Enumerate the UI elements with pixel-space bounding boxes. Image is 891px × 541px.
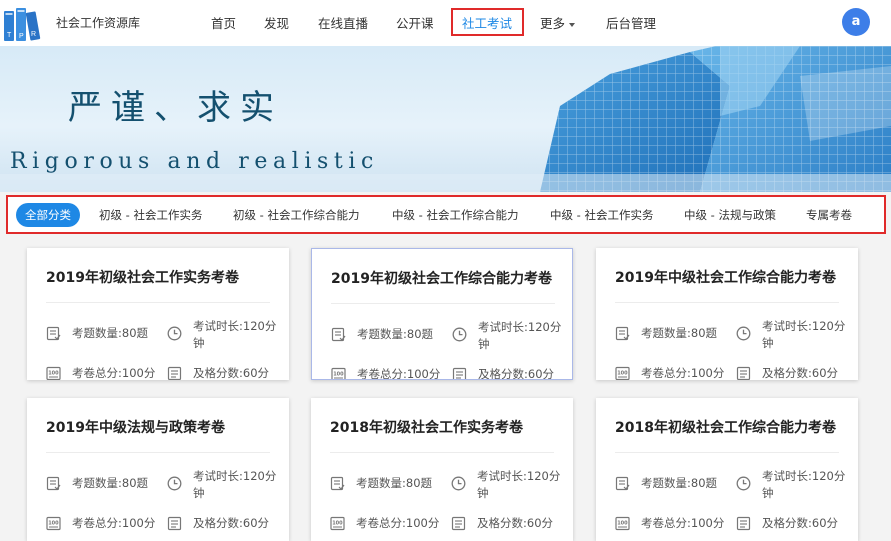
- caret-down-icon: [569, 22, 576, 27]
- pass-score-text: 及格分数:60分: [193, 366, 270, 380]
- category-junior-practice[interactable]: 初级 - 社会工作实务: [99, 207, 202, 223]
- exam-card-title[interactable]: 2018年初级社会工作综合能力考卷: [615, 417, 840, 437]
- exam-card[interactable]: 2019年中级社会工作综合能力考卷 考题数量:80题 考试时长:120分钟 考卷…: [596, 248, 858, 380]
- category-mid-regulation[interactable]: 中级 - 法规与政策: [684, 207, 776, 223]
- score-100-icon: [331, 367, 346, 379]
- pass-score-text: 及格分数:60分: [477, 516, 554, 530]
- user-avatar[interactable]: a: [842, 8, 870, 36]
- score-100-icon: [615, 366, 630, 380]
- nav-item-discover[interactable]: 发现: [264, 13, 289, 32]
- checklist-icon: [736, 366, 751, 380]
- logo-letter-t: T: [7, 32, 12, 39]
- exam-duration-text: 考试时长:120分钟: [193, 469, 277, 500]
- exam-duration-text: 考试时长:120分钟: [762, 469, 846, 500]
- exam-card-title[interactable]: 2019年中级法规与政策考卷: [46, 417, 271, 437]
- category-mid-practice[interactable]: 中级 - 社会工作实务: [550, 207, 653, 223]
- exam-card[interactable]: 2019年初级社会工作综合能力考卷 考题数量:80题 考试时长:120分钟 考卷…: [311, 248, 573, 380]
- exam-card-title[interactable]: 2019年初级社会工作实务考卷: [46, 267, 271, 287]
- category-exclusive[interactable]: 专属考卷: [806, 207, 852, 223]
- exam-card-title[interactable]: 2018年初级社会工作实务考卷: [330, 417, 555, 437]
- question-count-text: 考题数量:80题: [72, 326, 149, 340]
- question-list-icon: [46, 476, 61, 491]
- total-score-text: 考卷总分:100分: [641, 366, 725, 380]
- category-filter-bar: 全部分类 初级 - 社会工作实务 初级 - 社会工作综合能力 中级 - 社会工作…: [6, 195, 886, 234]
- exam-card[interactable]: 2019年初级社会工作实务考卷 考题数量:80题 考试时长:120分钟 考卷总分…: [27, 248, 289, 380]
- score-100-icon: [46, 516, 61, 531]
- books-logo-icon[interactable]: T P R: [3, 7, 43, 41]
- banner-title: 严谨、求实: [68, 88, 283, 128]
- clock-icon: [736, 326, 751, 341]
- clock-icon: [452, 327, 467, 342]
- total-score-text: 考卷总分:100分: [357, 367, 441, 380]
- top-navigation-bar: T P R 社会工作资源库 首页 发现 在线直播 公开课 社工考试 更多 后台管…: [0, 0, 891, 46]
- exam-duration-text: 考试时长:120分钟: [193, 319, 277, 350]
- exam-card[interactable]: 2018年初级社会工作综合能力考卷 考题数量:80题 考试时长:120分钟 考卷…: [596, 398, 858, 541]
- card-divider: [46, 302, 270, 303]
- question-count-text: 考题数量:80题: [641, 326, 718, 340]
- pass-score-text: 及格分数:60分: [478, 367, 555, 380]
- site-name[interactable]: 社会工作资源库: [56, 14, 140, 31]
- nav-item-open-course[interactable]: 公开课: [396, 13, 434, 32]
- checklist-icon: [451, 516, 466, 531]
- nav-more-label: 更多: [540, 16, 566, 31]
- total-score-text: 考卷总分:100分: [641, 516, 725, 530]
- clock-icon: [736, 476, 751, 491]
- hero-banner: 严谨、求实 Rigorous and realistic: [0, 46, 891, 192]
- question-list-icon: [330, 476, 345, 491]
- card-divider: [330, 452, 554, 453]
- exam-card[interactable]: 2019年中级法规与政策考卷 考题数量:80题 考试时长:120分钟 考卷总分:…: [27, 398, 289, 541]
- clock-icon: [167, 476, 182, 491]
- pass-score-text: 及格分数:60分: [193, 516, 270, 530]
- clock-icon: [167, 326, 182, 341]
- logo-letter-p: P: [19, 33, 24, 40]
- nav-item-live[interactable]: 在线直播: [318, 13, 368, 32]
- total-score-text: 考卷总分:100分: [72, 516, 156, 530]
- question-list-icon: [46, 326, 61, 341]
- question-count-text: 考题数量:80题: [72, 476, 149, 490]
- score-100-icon: [615, 516, 630, 531]
- total-score-text: 考卷总分:100分: [72, 366, 156, 380]
- exam-duration-text: 考试时长:120分钟: [762, 319, 846, 350]
- question-list-icon: [331, 327, 346, 342]
- category-all[interactable]: 全部分类: [16, 203, 80, 227]
- question-count-text: 考题数量:80题: [357, 327, 434, 341]
- exam-duration-text: 考试时长:120分钟: [478, 320, 562, 351]
- nav-item-home[interactable]: 首页: [211, 13, 236, 32]
- category-junior-comprehensive[interactable]: 初级 - 社会工作综合能力: [233, 207, 359, 223]
- exam-card[interactable]: 2018年初级社会工作实务考卷 考题数量:80题 考试时长:120分钟 考卷总分…: [311, 398, 573, 541]
- nav-item-admin[interactable]: 后台管理: [606, 13, 656, 32]
- pass-score-text: 及格分数:60分: [762, 366, 839, 380]
- clock-icon: [451, 476, 466, 491]
- checklist-icon: [167, 366, 182, 380]
- score-100-icon: [330, 516, 345, 531]
- banner-subtitle: Rigorous and realistic: [10, 149, 379, 174]
- card-divider: [615, 452, 839, 453]
- checklist-icon: [452, 367, 467, 379]
- exam-card-title[interactable]: 2019年中级社会工作综合能力考卷: [615, 267, 840, 287]
- question-count-text: 考题数量:80题: [356, 476, 433, 490]
- total-score-text: 考卷总分:100分: [356, 516, 440, 530]
- nav-item-exam[interactable]: 社工考试: [462, 13, 512, 32]
- pass-score-text: 及格分数:60分: [762, 516, 839, 530]
- question-list-icon: [615, 326, 630, 341]
- exam-card-title[interactable]: 2019年初级社会工作综合能力考卷: [331, 268, 556, 288]
- score-100-icon: [46, 366, 61, 380]
- nav-item-more[interactable]: 更多: [540, 13, 576, 32]
- question-list-icon: [615, 476, 630, 491]
- logo-letter-r: R: [31, 31, 36, 38]
- question-count-text: 考题数量:80题: [641, 476, 718, 490]
- exam-duration-text: 考试时长:120分钟: [477, 469, 561, 500]
- card-divider: [331, 303, 555, 304]
- checklist-icon: [736, 516, 751, 531]
- card-divider: [46, 452, 270, 453]
- category-mid-comprehensive[interactable]: 中级 - 社会工作综合能力: [392, 207, 518, 223]
- card-divider: [615, 302, 839, 303]
- checklist-icon: [167, 516, 182, 531]
